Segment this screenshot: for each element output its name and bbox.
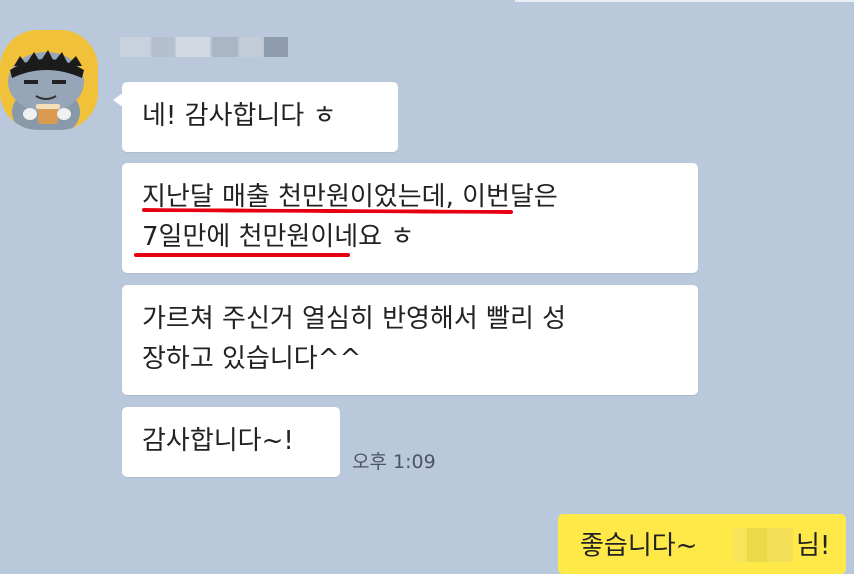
highlight-underline-2 <box>134 253 350 257</box>
message-timestamp: 오후 1:09 <box>352 451 436 473</box>
sender-name-redacted <box>120 34 290 60</box>
message-text: 감사합니다~! <box>142 426 294 456</box>
redaction-block <box>176 37 210 57</box>
message-text-line-2: 장하고 있습니다^^ <box>142 344 362 374</box>
message-bubble-4[interactable]: 감사합니다~! <box>122 407 340 477</box>
redaction-block <box>240 37 262 57</box>
sender-avatar[interactable] <box>0 30 98 130</box>
message-bubble-1[interactable]: 네! 감사합니다 ㅎ <box>113 82 398 152</box>
redaction-block <box>212 37 238 57</box>
redacted-name-block <box>733 528 793 562</box>
my-message-suffix: 님! <box>796 531 831 561</box>
cat-character-icon <box>0 30 98 130</box>
redaction-block <box>152 37 174 57</box>
redaction-block <box>120 37 150 57</box>
top-edge-strip <box>515 0 854 2</box>
redaction-block <box>264 37 288 57</box>
bubble-tail <box>113 92 124 108</box>
my-message-prefix: 좋습니다~ <box>580 531 706 561</box>
my-message-bubble[interactable]: 좋습니다~ 님! <box>558 514 846 574</box>
message-text-line-1: 가르쳐 주신거 열심히 반영해서 빨리 성 <box>142 304 567 334</box>
message-text: 네! 감사합니다 ㅎ <box>142 101 337 131</box>
message-bubble-3[interactable]: 가르쳐 주신거 열심히 반영해서 빨리 성 장하고 있습니다^^ <box>122 285 698 395</box>
message-text-line-2: 7일만에 천만원이네요 ㅎ <box>142 222 415 252</box>
